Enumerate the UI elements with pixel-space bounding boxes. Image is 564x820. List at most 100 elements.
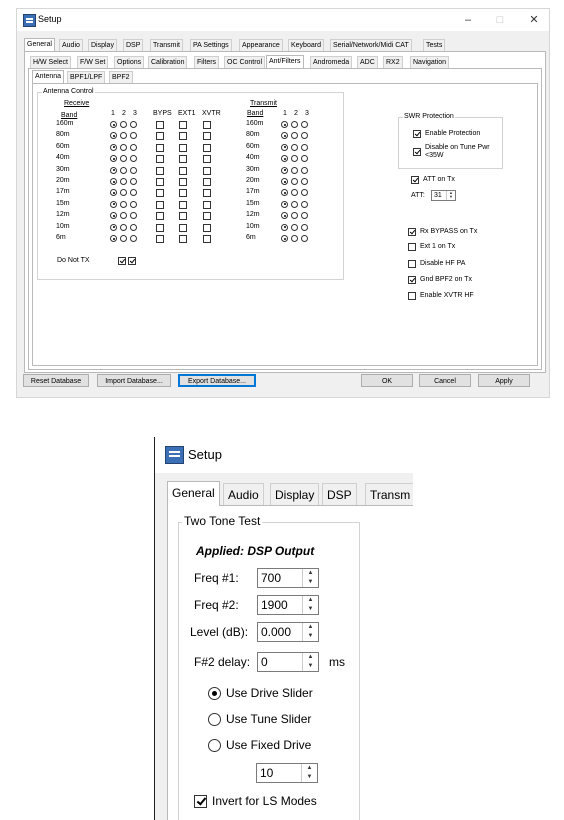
- tx-antenna-3-radio[interactable]: [301, 200, 308, 208]
- tab-bpf1-lpf[interactable]: BPF1/LPF: [67, 71, 106, 83]
- enable-protection-checkbox[interactable]: [413, 130, 421, 138]
- rx-antenna-2-radio[interactable]: [120, 235, 127, 242]
- tx-antenna-2-radio[interactable]: [291, 189, 298, 197]
- ext1-checkbox[interactable]: [179, 223, 187, 232]
- tx-antenna-1-radio[interactable]: [281, 235, 288, 242]
- rx-antenna-3-radio[interactable]: [130, 189, 137, 197]
- rx-antenna-3-radio[interactable]: [130, 235, 137, 242]
- reset-database-button[interactable]: Reset Database: [23, 374, 89, 387]
- tab-andromeda[interactable]: Andromeda: [310, 56, 353, 68]
- ext1-checkbox[interactable]: [179, 189, 187, 198]
- rx-antenna-2-radio[interactable]: [120, 132, 127, 140]
- byps-checkbox[interactable]: [156, 189, 164, 198]
- byps-checkbox[interactable]: [156, 143, 164, 152]
- rx-antenna-2-radio[interactable]: [120, 166, 127, 174]
- byps-checkbox[interactable]: [156, 212, 164, 221]
- tx-antenna-3-radio[interactable]: [301, 166, 308, 174]
- tx-antenna-3-radio[interactable]: [301, 223, 308, 231]
- zoom-tab-dsp[interactable]: DSP: [322, 483, 357, 506]
- tx-antenna-3-radio[interactable]: [301, 178, 308, 185]
- tab-hw-select[interactable]: H/W Select: [30, 56, 72, 68]
- disable-hf-pa-checkbox[interactable]: [408, 260, 416, 268]
- tab-antenna[interactable]: Antenna: [32, 70, 65, 83]
- fixed-drive-stepper[interactable]: 10 ▲ ▼: [256, 763, 318, 783]
- fixed-drive-arrows[interactable]: ▲ ▼: [301, 764, 317, 782]
- do-not-tx-checkbox-1[interactable]: [118, 257, 126, 265]
- tx-antenna-1-radio[interactable]: [281, 223, 288, 231]
- att-on-tx-checkbox[interactable]: [411, 176, 419, 184]
- rx-antenna-3-radio[interactable]: [130, 212, 137, 220]
- tx-antenna-2-radio[interactable]: [291, 223, 298, 231]
- tx-antenna-1-radio[interactable]: [281, 143, 288, 151]
- rx-antenna-1-radio[interactable]: [110, 155, 117, 163]
- tx-antenna-1-radio[interactable]: [281, 121, 288, 128]
- xvtr-checkbox[interactable]: [203, 212, 211, 221]
- ext1-checkbox[interactable]: [179, 235, 187, 243]
- xvtr-checkbox[interactable]: [203, 235, 211, 243]
- ext1-checkbox[interactable]: [179, 132, 187, 141]
- f2-delay-stepper[interactable]: 0 ▲ ▼: [257, 652, 319, 672]
- rx-antenna-1-radio[interactable]: [110, 235, 117, 242]
- f2-delay-arrows[interactable]: ▲ ▼: [302, 653, 318, 671]
- tx-antenna-2-radio[interactable]: [291, 166, 298, 174]
- rx-antenna-3-radio[interactable]: [130, 166, 137, 174]
- rx-bypass-checkbox[interactable]: [408, 228, 416, 236]
- rx-antenna-2-radio[interactable]: [120, 143, 127, 151]
- byps-checkbox[interactable]: [156, 235, 164, 243]
- tx-antenna-2-radio[interactable]: [291, 132, 298, 140]
- disable-on-tune-checkbox[interactable]: [413, 148, 421, 156]
- byps-checkbox[interactable]: [156, 178, 164, 186]
- zoom-tab-general[interactable]: General: [167, 481, 220, 506]
- tx-antenna-2-radio[interactable]: [291, 143, 298, 151]
- freq2-arrows[interactable]: ▲ ▼: [302, 596, 318, 614]
- xvtr-checkbox[interactable]: [203, 155, 211, 164]
- tx-antenna-3-radio[interactable]: [301, 189, 308, 197]
- rx-antenna-3-radio[interactable]: [130, 143, 137, 151]
- tx-antenna-1-radio[interactable]: [281, 212, 288, 220]
- rx-antenna-2-radio[interactable]: [120, 155, 127, 163]
- xvtr-checkbox[interactable]: [203, 200, 211, 209]
- ext1-on-tx-checkbox[interactable]: [408, 243, 416, 251]
- rx-antenna-3-radio[interactable]: [130, 200, 137, 208]
- apply-button[interactable]: Apply: [478, 374, 530, 387]
- tx-antenna-2-radio[interactable]: [291, 212, 298, 220]
- rx-antenna-3-radio[interactable]: [130, 155, 137, 163]
- tx-antenna-1-radio[interactable]: [281, 166, 288, 174]
- xvtr-checkbox[interactable]: [203, 166, 211, 175]
- xvtr-checkbox[interactable]: [203, 223, 211, 232]
- tx-antenna-2-radio[interactable]: [291, 200, 298, 208]
- rx-antenna-2-radio[interactable]: [120, 178, 127, 185]
- tab-fw-set[interactable]: F/W Set: [77, 56, 109, 68]
- tx-antenna-2-radio[interactable]: [291, 121, 298, 128]
- att-up-down-arrows[interactable]: ▲ ▼: [446, 191, 455, 200]
- tab-dsp[interactable]: DSP: [123, 39, 144, 51]
- use-tune-slider-radio[interactable]: [208, 713, 221, 726]
- zoom-tab-display[interactable]: Display: [270, 483, 320, 506]
- rx-antenna-3-radio[interactable]: [130, 178, 137, 185]
- tx-antenna-2-radio[interactable]: [291, 178, 298, 185]
- rx-antenna-1-radio[interactable]: [110, 223, 117, 231]
- level-arrows[interactable]: ▲ ▼: [302, 623, 318, 641]
- tab-pa-settings[interactable]: PA Settings: [190, 39, 232, 51]
- byps-checkbox[interactable]: [156, 200, 164, 209]
- ext1-checkbox[interactable]: [179, 212, 187, 221]
- rx-antenna-3-radio[interactable]: [130, 223, 137, 231]
- tx-antenna-3-radio[interactable]: [301, 121, 308, 128]
- rx-antenna-3-radio[interactable]: [130, 132, 137, 140]
- tx-antenna-1-radio[interactable]: [281, 155, 288, 163]
- tx-antenna-2-radio[interactable]: [291, 235, 298, 242]
- rx-antenna-1-radio[interactable]: [110, 166, 117, 174]
- rx-antenna-2-radio[interactable]: [120, 121, 127, 128]
- byps-checkbox[interactable]: [156, 155, 164, 164]
- tab-keyboard[interactable]: Keyboard: [288, 39, 324, 51]
- tab-calibration[interactable]: Calibration: [148, 56, 188, 68]
- rx-antenna-1-radio[interactable]: [110, 200, 117, 208]
- export-database-button[interactable]: Export Database...: [178, 374, 256, 387]
- xvtr-checkbox[interactable]: [203, 143, 211, 152]
- rx-antenna-3-radio[interactable]: [130, 121, 137, 128]
- import-database-button[interactable]: Import Database...: [97, 374, 171, 387]
- tx-antenna-3-radio[interactable]: [301, 235, 308, 242]
- rx-antenna-1-radio[interactable]: [110, 189, 117, 197]
- tx-antenna-1-radio[interactable]: [281, 132, 288, 140]
- tab-adc[interactable]: ADC: [357, 56, 378, 68]
